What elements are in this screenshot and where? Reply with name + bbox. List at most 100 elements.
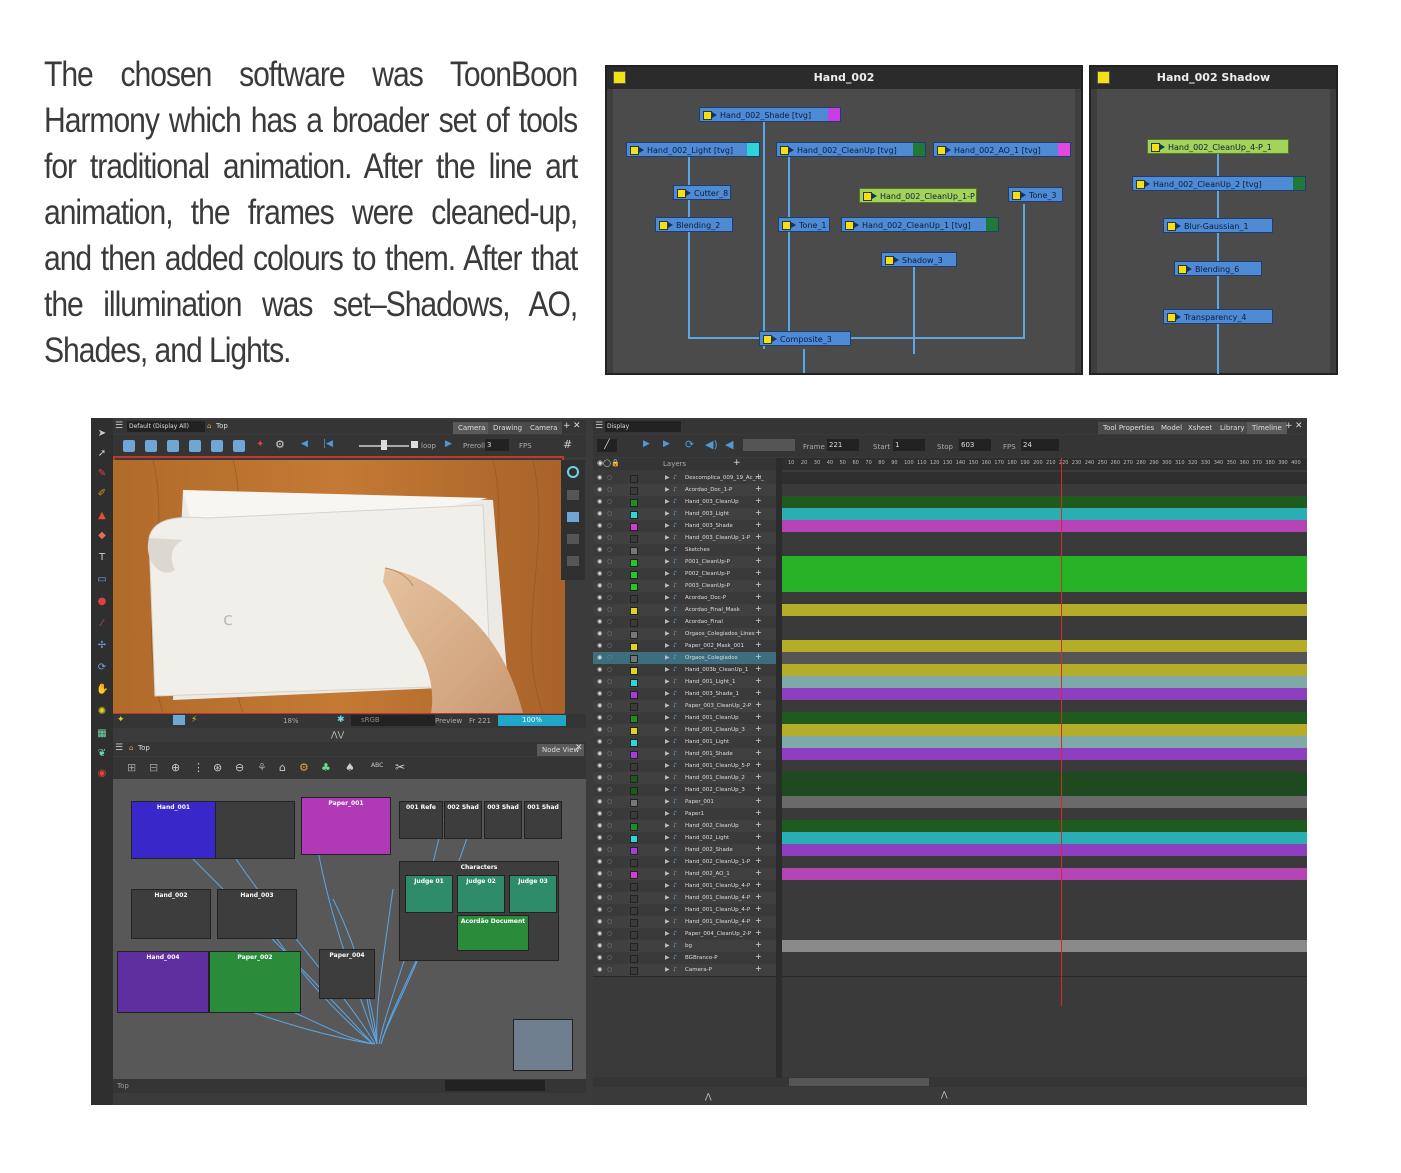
layer-name[interactable]: Hand_002_CleanUp_1-P <box>685 856 750 868</box>
visibility-icon[interactable]: ◉ <box>597 556 602 568</box>
lock-icon[interactable]: ○ <box>607 808 612 820</box>
play-icon[interactable]: ▶ <box>445 439 452 449</box>
lock-icon[interactable]: ○ <box>607 844 612 856</box>
expand-arrow-icon[interactable]: ▶ <box>665 616 670 628</box>
add-icon[interactable]: + <box>755 747 762 759</box>
node-hand-002-ao-1[interactable]: Hand_002_AO_1 [tvg] <box>933 142 1071 157</box>
visibility-icon[interactable]: ◉ <box>597 604 602 616</box>
lock-icon[interactable]: ○ <box>607 916 612 928</box>
layer-icon[interactable] <box>567 534 579 544</box>
node-hand-002-cleanup-4-p-1[interactable]: Hand_002_CleanUp_4-P_1 <box>1147 139 1289 154</box>
lock-icon[interactable]: ○ <box>607 508 612 520</box>
close-icon[interactable]: ✕ <box>1295 421 1303 431</box>
layer-name[interactable]: Hand_001_CleanUp_2 <box>685 772 745 784</box>
add-icon[interactable]: + <box>755 639 762 651</box>
layer-name[interactable]: Hand_001_CleanUp_3 <box>685 724 745 736</box>
layer-name[interactable]: Hand_001_Light_1 <box>685 676 735 688</box>
lock-icon[interactable]: ○ <box>607 688 612 700</box>
node-tool-icon[interactable]: ⊟ <box>149 761 158 774</box>
add-icon[interactable]: + <box>755 687 762 699</box>
expand-arrow-icon[interactable]: ▶ <box>665 736 670 748</box>
breadcrumb[interactable]: Top <box>216 422 228 430</box>
add-icon[interactable]: + <box>755 771 762 783</box>
select-tool-icon[interactable]: ➤ <box>96 428 108 440</box>
visibility-icon[interactable]: ◉ <box>597 688 602 700</box>
layer-row[interactable]: ◉ ○ ▶ ♪ Camera-P + <box>593 964 776 977</box>
node-tone-3[interactable]: Tone_3 <box>1008 187 1063 202</box>
add-icon[interactable]: + <box>755 555 762 567</box>
visibility-icon[interactable]: ◉ <box>597 712 602 724</box>
node-tool-icon[interactable]: ⊛ <box>213 761 222 774</box>
frame-ruler[interactable]: 10 20 30 40 50 60 70 80 90 100 110 120 130 140 150 160 1… <box>782 458 1307 470</box>
layer-icon[interactable] <box>567 512 579 522</box>
gear-icon[interactable]: ✱ <box>337 715 345 725</box>
add-icon[interactable]: + <box>755 615 762 627</box>
playhead[interactable] <box>1061 458 1062 1006</box>
group-hand-004[interactable]: Hand_004 <box>117 951 209 1013</box>
rename-icon[interactable]: ABC <box>371 762 383 769</box>
layer-icon[interactable] <box>567 556 579 566</box>
expand-arrow-icon[interactable]: ▶ <box>665 568 670 580</box>
slider-handle[interactable] <box>381 440 387 450</box>
expand-arrow-icon[interactable]: ▶ <box>665 820 670 832</box>
lock-icon[interactable]: ○ <box>607 772 612 784</box>
layer-icon[interactable] <box>567 490 579 500</box>
add-icon[interactable]: + <box>755 627 762 639</box>
layer-name[interactable]: Camera-P <box>685 964 712 976</box>
visibility-icon[interactable]: ◉ <box>597 736 602 748</box>
layer-name[interactable]: Hand_001_Light <box>685 736 729 748</box>
layer-name[interactable]: Hand_001_Shade <box>685 748 733 760</box>
expand-arrow-icon[interactable]: ▶ <box>665 472 670 484</box>
camera-viewport[interactable]: c <box>113 459 565 714</box>
menu-icon[interactable]: ☰ <box>115 743 123 753</box>
view-icon[interactable] <box>123 440 135 452</box>
expand-arrow-icon[interactable]: ▶ <box>665 520 670 532</box>
visibility-icon[interactable]: ◉ <box>597 544 602 556</box>
preroll-input[interactable]: 3 <box>485 439 509 451</box>
visibility-icon[interactable]: ◉ <box>597 700 602 712</box>
node-hand-002-cleanup-2[interactable]: Hand_002_CleanUp_2 [tvg] <box>1132 176 1306 191</box>
pencil-tool-icon[interactable]: ✐ <box>96 488 108 500</box>
tab-drawing[interactable]: Drawing <box>488 422 528 434</box>
add-icon[interactable]: + <box>755 603 762 615</box>
expand-arrow-icon[interactable]: ▶ <box>665 880 670 892</box>
collapse-arrow-icon[interactable]: ⋀ <box>705 1092 712 1101</box>
visibility-icon[interactable]: ◉ <box>597 964 602 976</box>
layer-name[interactable]: Hand_001_CleanUp <box>685 712 739 724</box>
stroke-select[interactable]: ╱ <box>597 439 617 452</box>
add-tab-icon[interactable]: + <box>1285 421 1293 431</box>
layer-name[interactable]: Hand_001_CleanUp_5-P <box>685 760 750 772</box>
lock-icon[interactable]: ○ <box>607 640 612 652</box>
node-tool-icon[interactable]: ⋮ <box>193 761 204 774</box>
onion-skin-tool-icon[interactable]: ◉ <box>96 768 108 780</box>
add-icon[interactable]: + <box>755 963 762 975</box>
previous-frame-icon[interactable]: |◀ <box>323 439 333 449</box>
add-icon[interactable]: + <box>755 543 762 555</box>
visibility-icon[interactable]: ◉ <box>597 628 602 640</box>
display-select[interactable]: Display <box>605 421 681 432</box>
tab-tool-properties[interactable]: Tool Properties <box>1098 422 1160 434</box>
node-tool-icon[interactable]: ⊕ <box>171 761 180 774</box>
lock-icon[interactable]: ○ <box>607 556 612 568</box>
visibility-icon[interactable]: ◉ <box>597 880 602 892</box>
add-icon[interactable]: + <box>755 807 762 819</box>
expand-arrow-icon[interactable]: ▶ <box>665 700 670 712</box>
group-001-shad[interactable]: 001 Shad <box>524 801 562 839</box>
layer-name[interactable]: Sketches <box>685 544 710 556</box>
visibility-icon[interactable]: ◉ <box>597 916 602 928</box>
layer-name[interactable]: Hand_001_CleanUp_4-P <box>685 880 750 892</box>
lock-icon[interactable]: ○ <box>607 796 612 808</box>
tab-timeline[interactable]: Timeline <box>1247 422 1287 434</box>
visibility-icon[interactable]: ◉ <box>597 664 602 676</box>
node-shadow-3[interactable]: Shadow_3 <box>881 252 957 267</box>
lock-icon[interactable]: ○ <box>607 484 612 496</box>
expand-arrow-icon[interactable]: ▶ <box>665 496 670 508</box>
group-acordao-document[interactable]: Acordão Document <box>457 915 529 951</box>
layer-name[interactable]: Hand_002_CleanUp <box>685 820 739 832</box>
add-icon[interactable]: + <box>755 927 762 939</box>
add-icon[interactable]: + <box>755 903 762 915</box>
node-transparency-4[interactable]: Transparency_4 <box>1163 309 1273 324</box>
playback-speed-slider[interactable] <box>743 439 795 451</box>
expand-arrow-icon[interactable]: ▶ <box>665 844 670 856</box>
contour-tool-icon[interactable]: ➚ <box>96 448 108 460</box>
